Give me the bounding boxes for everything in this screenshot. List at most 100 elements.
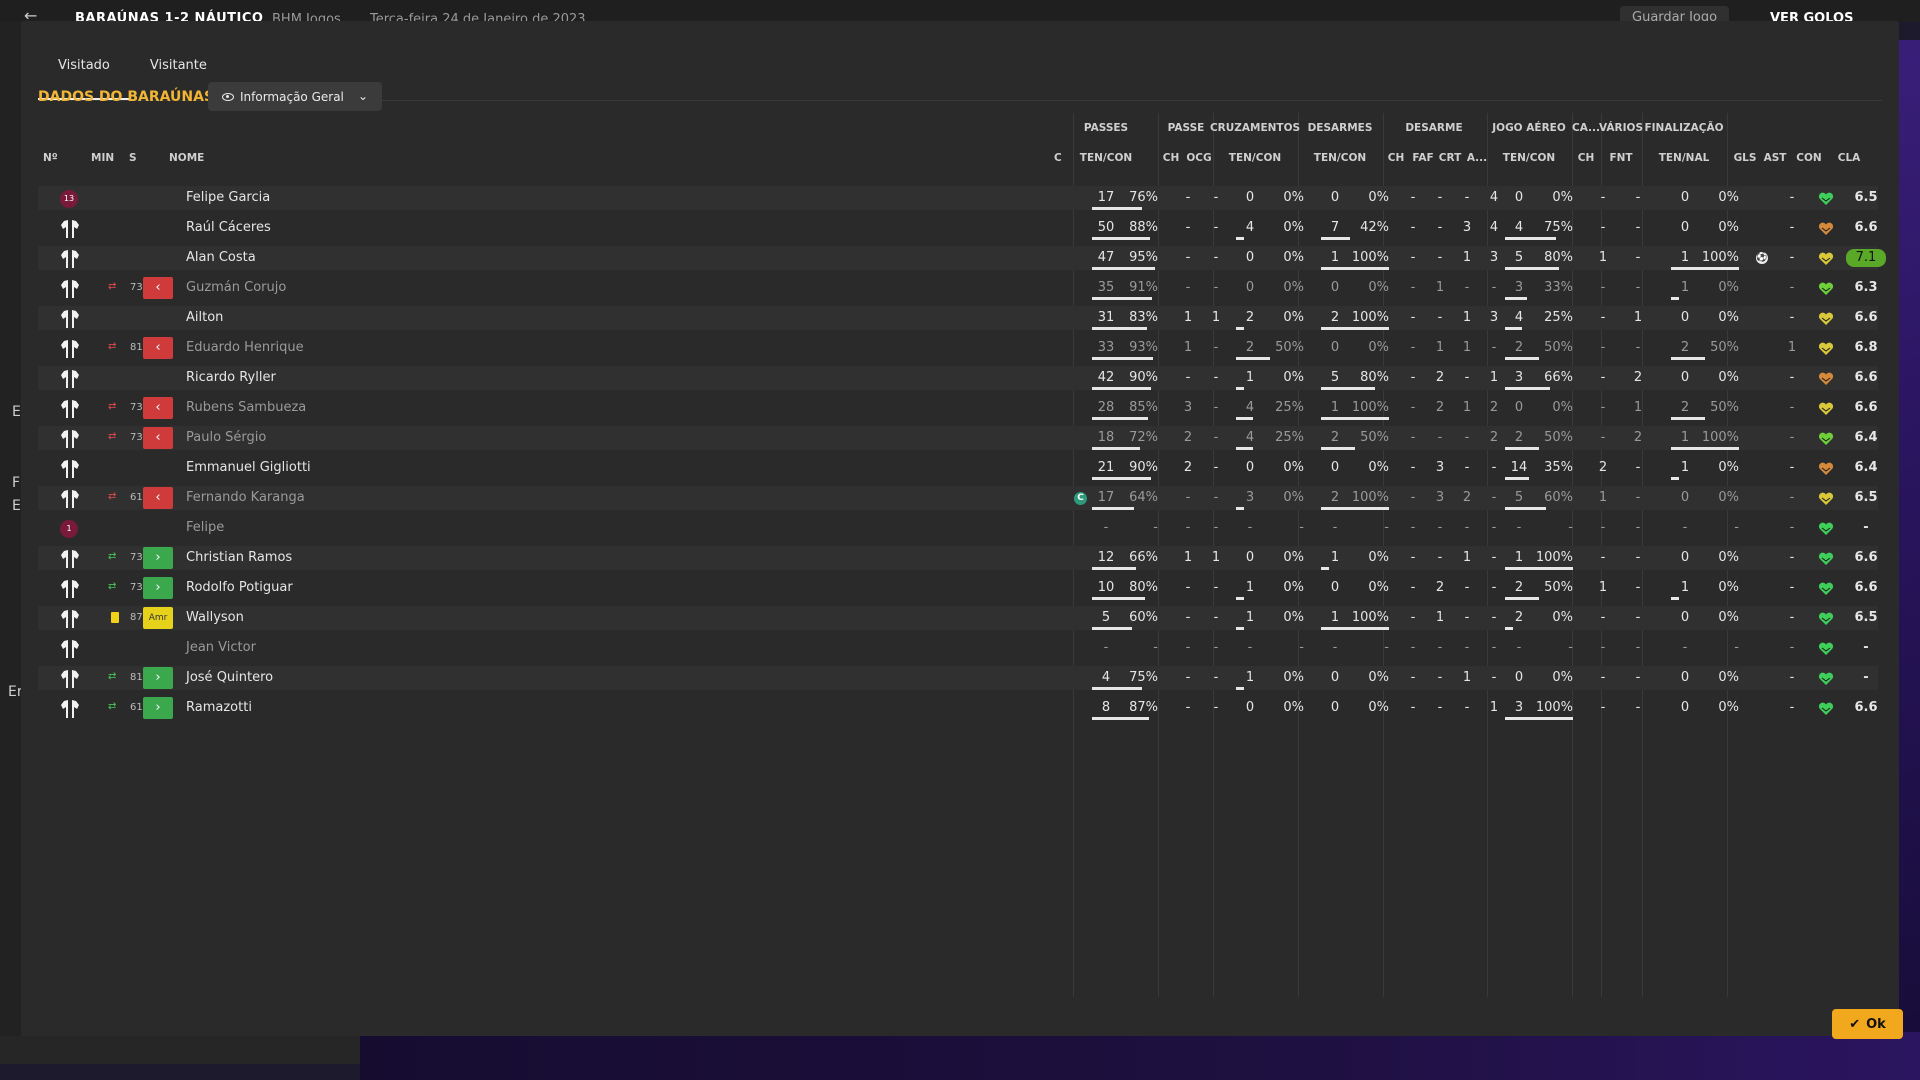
stat-bar — [1092, 327, 1147, 330]
stat-percentage: 0% — [1283, 370, 1304, 385]
player-name[interactable]: Jean Victor — [186, 636, 256, 660]
player-name[interactable]: Ramazotti — [186, 696, 252, 720]
background-text: E — [12, 498, 21, 514]
fouls-fnt: - — [1635, 670, 1641, 685]
player-name[interactable]: Emmanuel Gigliotti — [186, 456, 311, 480]
player-row[interactable]: 13 Felipe Garcia 17 76% - -0 0% 0 0% - - -4 0 0% - -0 0%… — [38, 186, 1878, 210]
ok-button[interactable]: ✔ Ok — [1832, 1009, 1903, 1039]
player-rating: - — [1863, 520, 1869, 535]
stat-bar — [1321, 267, 1389, 270]
player-row[interactable]: ⇄ 73 ‹ Paulo Sérgio 18 72% 2-4 25% 2 50% - - -2 2 50% -… — [38, 426, 1878, 450]
player-row[interactable]: ⇄ 61 › Ramazotti 8 87% - -0 0% 0 0% - - -1 3 100% - -0 0% -… — [38, 696, 1878, 720]
fouls-fnt: - — [1635, 550, 1641, 565]
player-name[interactable]: Rubens Sambueza — [186, 396, 306, 420]
assists: - — [1789, 190, 1795, 205]
stat-bar — [1092, 387, 1151, 390]
player-row[interactable]: 87 Amr Wallyson 5 60% - -1 0% 1 100% -1- -2 0% - -0 0% -… — [38, 606, 1878, 630]
column-header-min[interactable]: MIN — [91, 152, 114, 164]
stat-bar — [1092, 567, 1136, 570]
column-header-cruz[interactable]: TEN/CON — [1215, 152, 1295, 164]
ca-ch: 1 — [1598, 250, 1608, 265]
player-name[interactable]: Felipe Garcia — [186, 186, 270, 210]
pass-chances: - — [1185, 580, 1191, 595]
column-header-c[interactable]: C — [1054, 152, 1062, 164]
column-header-nome[interactable]: NOME — [169, 152, 204, 164]
player-name[interactable]: Christian Ramos — [186, 546, 292, 570]
stat-bar — [1092, 267, 1155, 270]
assists: - — [1789, 250, 1795, 265]
player-row[interactable]: Jean Victor - - - - - - - - - - - - - - - - - - - - — [38, 636, 1878, 660]
stat-percentage: 0% — [1718, 580, 1739, 595]
view-selector-dropdown[interactable]: Informação Geral ⌄ — [208, 82, 382, 111]
tackle-crt: - — [1464, 280, 1470, 295]
player-row[interactable]: Raúl Cáceres 50 88% - -4 0% 7 42% - -3 4 4 75% - -0 0% -… — [38, 216, 1878, 240]
stat-percentage: 42% — [1360, 220, 1389, 235]
player-name[interactable]: Fernando Karanga — [186, 486, 305, 510]
player-row[interactable]: ⇄ 73 › Rodolfo Potiguar 10 80% - -1 0% 0 0% -2- -2 50… — [38, 576, 1878, 600]
player-name[interactable]: Guzmán Corujo — [186, 276, 286, 300]
player-row[interactable]: ⇄ 73 › Christian Ramos 12 66% 1 1 0 0% 1 0% - -1-1 100… — [38, 546, 1878, 570]
back-arrow-icon[interactable]: ← — [24, 6, 37, 22]
player-rating: 6.5 — [1854, 190, 1878, 205]
tackle-a: 2 — [1489, 400, 1499, 415]
tackle-crt: - — [1464, 580, 1470, 595]
save-match-button[interactable]: Guardar Jogo — [1620, 6, 1730, 22]
fouls-fnt: - — [1635, 340, 1641, 355]
stat-percentage: 0% — [1718, 670, 1739, 685]
player-name[interactable]: Eduardo Henrique — [186, 336, 304, 360]
shirt-icon — [60, 339, 80, 359]
player-name[interactable]: Ailton — [186, 306, 223, 330]
pass-chances: - — [1185, 190, 1191, 205]
player-name[interactable]: José Quintero — [186, 666, 273, 690]
column-header-n[interactable]: Nº — [43, 152, 58, 164]
pass-chances: 2 — [1183, 430, 1193, 445]
stat-bar — [1236, 447, 1253, 450]
ca-ch: - — [1600, 550, 1606, 565]
player-row[interactable]: ⇄ 73 ‹ Rubens Sambueza 28 85% 3-4 25% 1 100% -2 1 2 0… — [38, 396, 1878, 420]
stat-bar — [1236, 387, 1244, 390]
tackle-ch: - — [1410, 220, 1416, 235]
player-name[interactable]: Raúl Cáceres — [186, 216, 271, 240]
player-row[interactable]: Ailton 31 83% 1 1 2 0% 2 100% - -1 3 4 25% -1 0 0% -6.6 — [38, 306, 1878, 330]
shirt-icon — [60, 549, 80, 569]
player-row[interactable]: ⇄ 81 › José Quintero 4 75% - -1 0% 0 0% - -1-0 0% - -0 0… — [38, 666, 1878, 690]
ca-ch: 1 — [1598, 580, 1608, 595]
player-name[interactable]: Wallyson — [186, 606, 244, 630]
assists: - — [1789, 610, 1795, 625]
player-row[interactable]: Alan Costa 47 95% - -0 0% 1 100% - -1 3 5 80% 1-1 100%… — [38, 246, 1886, 270]
sub-off-icon: ⇄ — [108, 431, 117, 442]
player-row[interactable]: ⇄ 61 ‹ Fernando Karanga C 17 64% - -3 0% 2 100% -3 2-… — [38, 486, 1878, 510]
stat-bar — [1321, 447, 1355, 450]
column-header-cla[interactable]: CLA — [1809, 152, 1889, 164]
player-name[interactable]: Felipe — [186, 516, 224, 540]
player-name[interactable]: Alan Costa — [186, 246, 256, 270]
stat-bar — [1236, 627, 1244, 630]
player-name[interactable]: Paulo Sérgio — [186, 426, 266, 450]
player-name[interactable]: Ricardo Ryller — [186, 366, 276, 390]
player-row[interactable]: Ricardo Ryller 42 90% - -1 0% 5 80% -2-1 3 66% -2 0 0… — [38, 366, 1878, 390]
player-row[interactable]: ⇄ 73 ‹ Guzmán Corujo 35 91% - -0 0% 0 0% -1- -3 33% - -… — [38, 276, 1878, 300]
ca-ch: - — [1600, 340, 1606, 355]
player-row[interactable]: Emmanuel Gigliotti 21 90% 2-0 0% 0 0% -3- -14 35%… — [38, 456, 1878, 480]
morale-heart-icon — [1818, 641, 1834, 655]
pass-key: 1 — [1211, 550, 1221, 565]
stat-bar — [1321, 387, 1375, 390]
tackle-a: 3 — [1489, 250, 1499, 265]
stat-percentage: - — [1153, 640, 1158, 655]
shirt-icon — [60, 249, 80, 269]
tackle-ch: - — [1410, 700, 1416, 715]
player-row[interactable]: 1 Felipe - - - - - - - - - - - - - - - - - - - - — [38, 516, 1878, 540]
pass-chances: 1 — [1183, 310, 1193, 325]
stat-bar — [1505, 507, 1546, 510]
player-name[interactable]: Rodolfo Potiguar — [186, 576, 293, 600]
assists: - — [1789, 310, 1795, 325]
player-row[interactable]: ⇄ 81 ‹ Eduardo Henrique 33 93% 1-2 50% 0 0% -1 1-2 5… — [38, 336, 1878, 360]
stat-percentage: - — [1734, 640, 1739, 655]
player-stats-dialog: Visitado Visitante DADOS DO BARAÚNAS Inf… — [21, 21, 1903, 1039]
tackle-crt: 2 — [1462, 490, 1472, 505]
morale-heart-icon — [1818, 311, 1834, 325]
tackle-a: - — [1491, 520, 1497, 535]
player-rating: 6.6 — [1854, 700, 1878, 715]
stat-percentage: 0% — [1283, 310, 1304, 325]
column-header-s[interactable]: S — [129, 152, 137, 164]
